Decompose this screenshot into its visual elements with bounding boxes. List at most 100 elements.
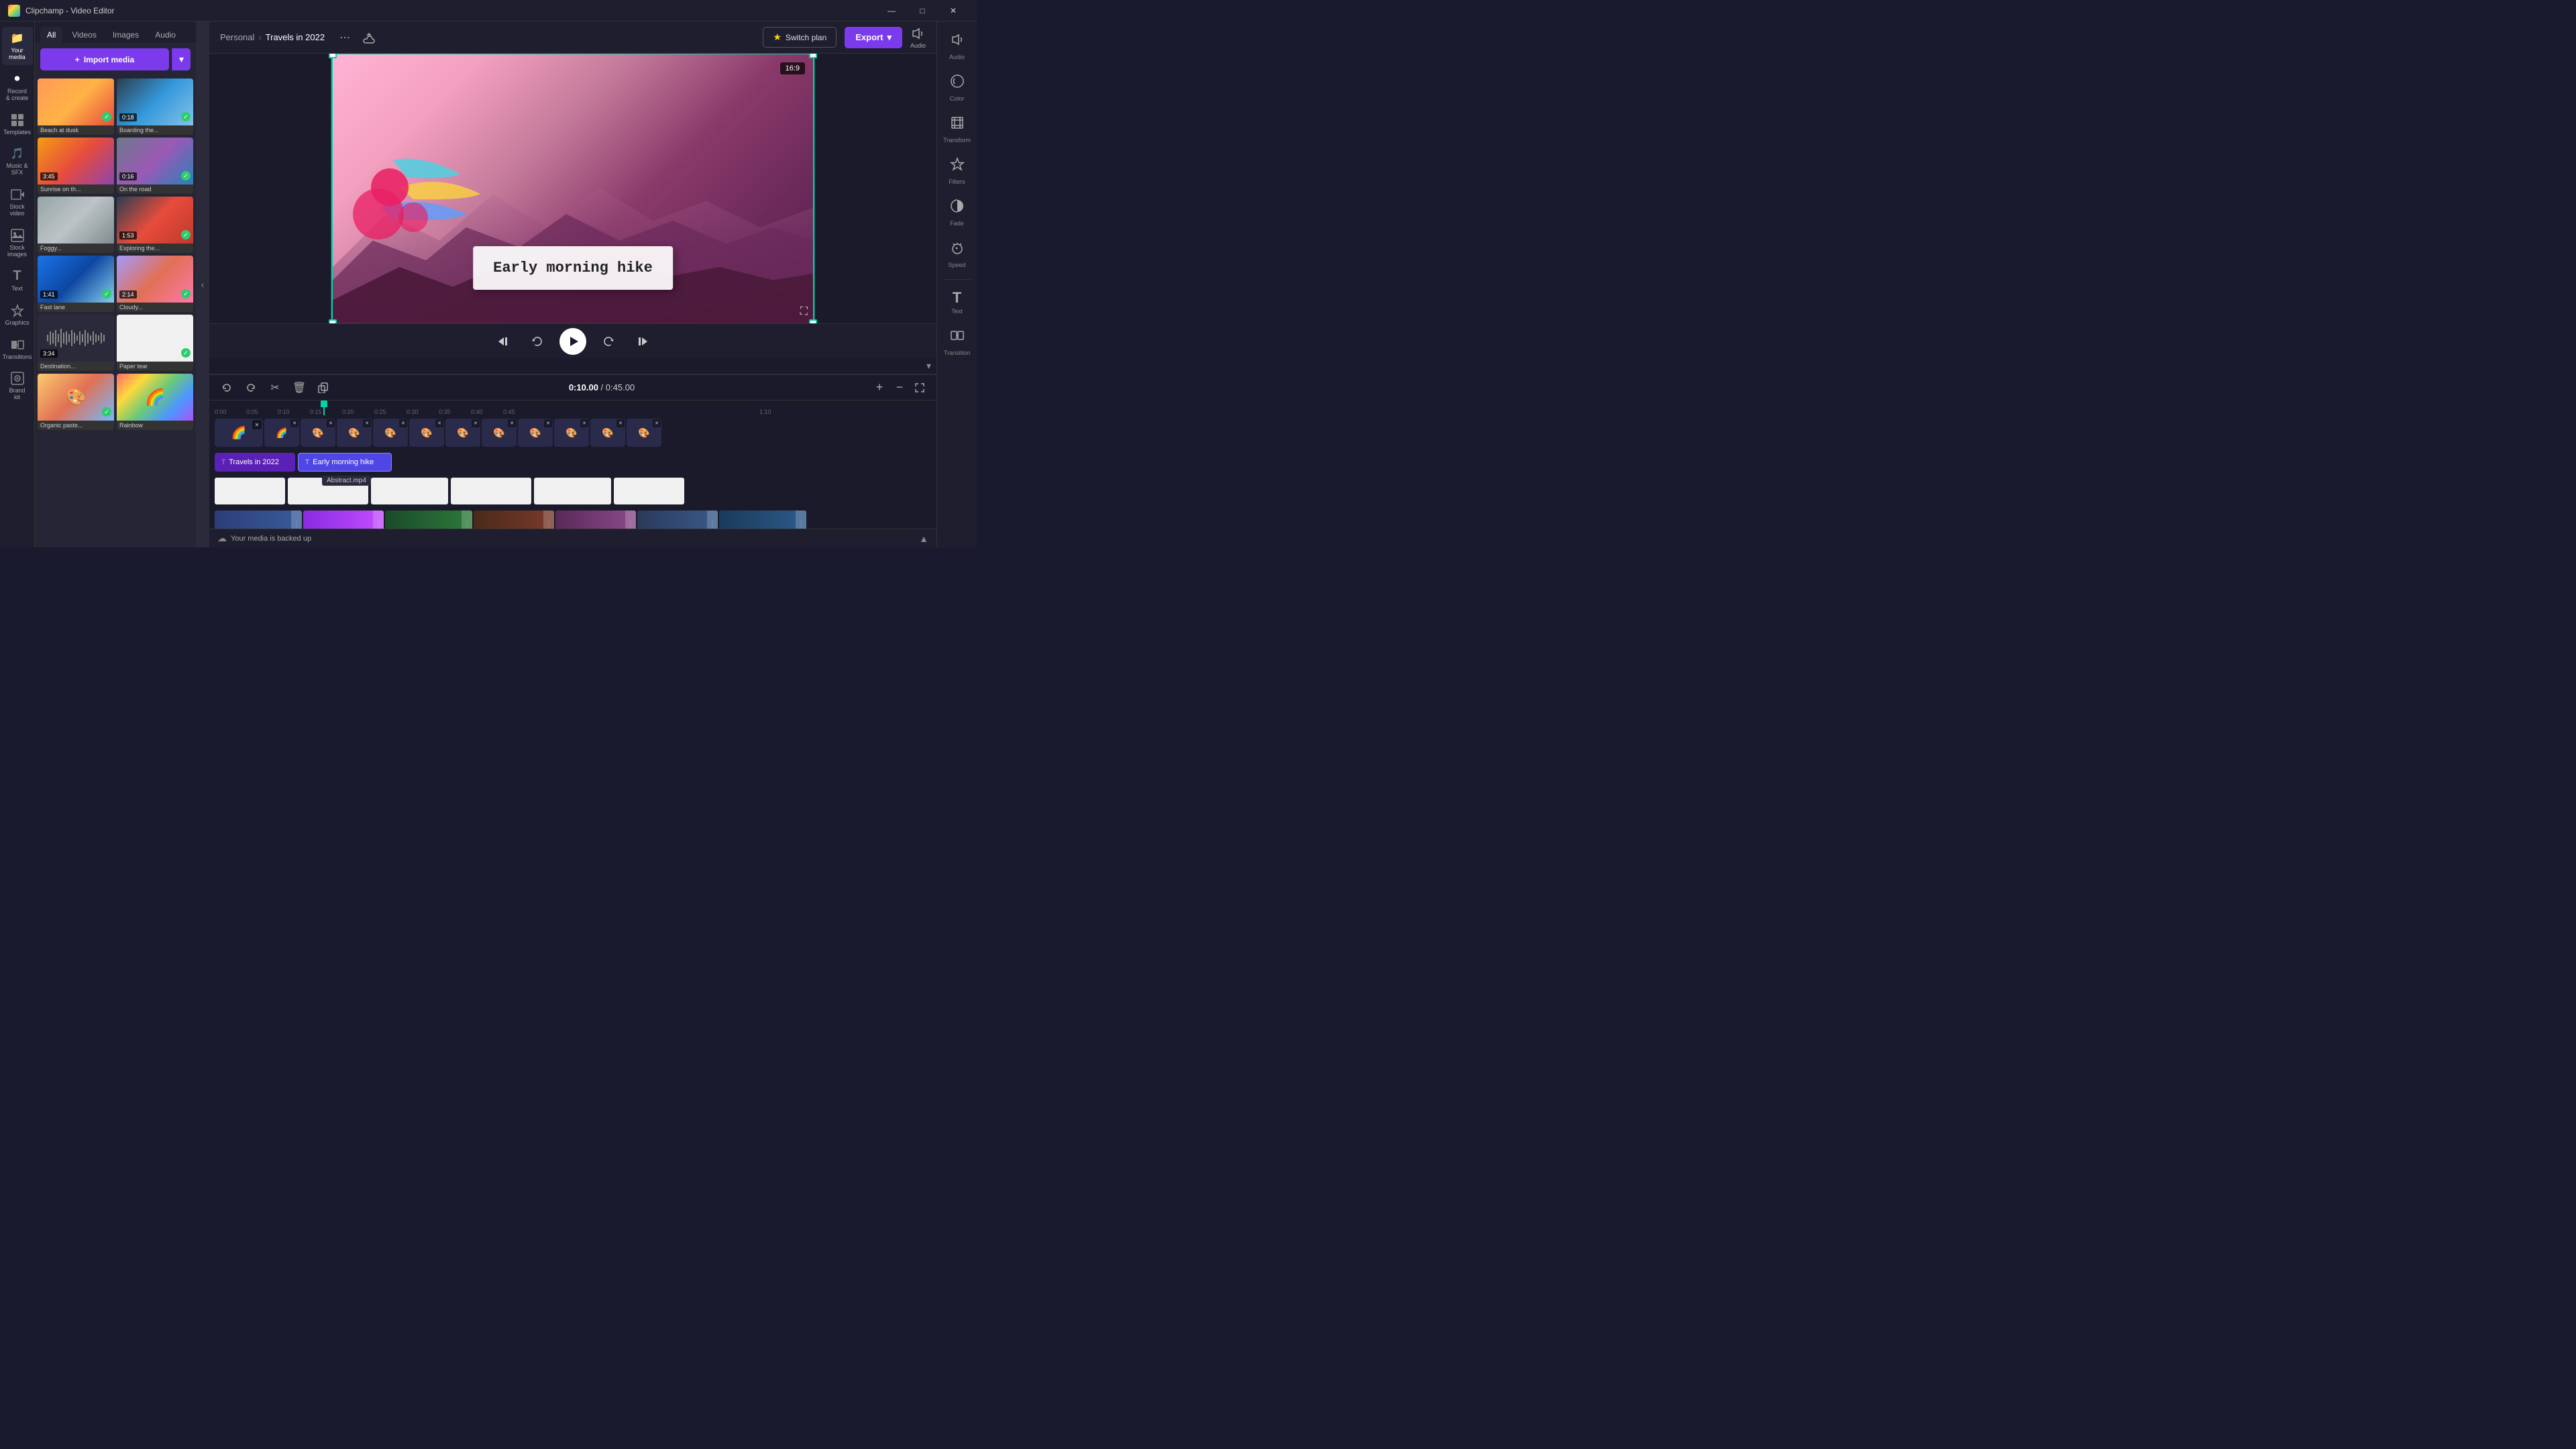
panel-collapse-button[interactable]: ‹ [196,21,209,547]
media-item-papertear[interactable]: Paper tear ✓ [117,315,193,371]
sticker-chip-2[interactable]: 🌈✕ [264,419,299,447]
cloud-save-button[interactable] [360,28,378,47]
sidebar-item-music-sfx[interactable]: 🎵 Music & SFX [2,142,33,180]
media-item-beach[interactable]: Beach at dusk ✓ [38,78,114,135]
sticker-chip-5-btn[interactable]: ✕ [399,419,407,427]
media-item-rainbow[interactable]: 🌈 Rainbow [117,374,193,430]
rewind-button[interactable] [526,330,549,353]
paper-chip-1[interactable] [215,478,285,504]
forward-button[interactable] [597,330,620,353]
right-tool-audio[interactable]: Audio [940,27,975,66]
collapse-timeline-button[interactable]: ▾ [926,360,931,372]
skip-back-button[interactable] [492,330,515,353]
export-button[interactable]: Export ▾ [845,27,902,48]
sticker-chip-6-btn[interactable]: ✕ [435,419,443,427]
media-item-organic[interactable]: 🎨 Organic paste... ✓ [38,374,114,430]
video-segment-3[interactable]: ⋮ [385,511,472,529]
handle-bottom-left[interactable] [329,319,337,324]
tab-images[interactable]: Images [106,27,146,43]
sticker-chip-8[interactable]: 🎨✕ [482,419,517,447]
tab-audio[interactable]: Audio [148,27,182,43]
sticker-chip-5[interactable]: 🎨✕ [373,419,408,447]
sidebar-item-stock-video[interactable]: Stock video [2,183,33,221]
sticker-chip-3-btn[interactable]: ✕ [327,419,335,427]
switch-plan-button[interactable]: ★ Switch plan [763,27,837,48]
paper-chip-3[interactable] [371,478,448,504]
sticker-chip-2-btn[interactable]: ✕ [290,419,299,427]
sticker-chip-8-btn[interactable]: ✕ [508,419,516,427]
audio-toggle-button[interactable]: Audio [910,26,926,49]
sidebar-item-transitions[interactable]: Transitions [2,333,33,365]
sticker-chip-11-btn[interactable]: ✕ [616,419,625,427]
play-button[interactable] [559,328,586,355]
handle-bottom-right[interactable] [809,319,817,324]
media-item-onroad[interactable]: On the road 0:16 ✓ [117,138,193,194]
close-button[interactable]: ✕ [938,0,969,21]
text-chip-travels[interactable]: T Travels in 2022 [215,453,295,472]
undo-button[interactable] [217,378,236,397]
sidebar-item-text[interactable]: T Text [2,265,33,297]
media-item-exploring[interactable]: Exploring the... 1:53 ✓ [117,197,193,253]
sticker-chip-9[interactable]: 🎨✕ [518,419,553,447]
seg-handle-5[interactable]: ⋮ [625,511,636,529]
sticker-chip-9-btn[interactable]: ✕ [544,419,552,427]
delete-button[interactable]: 🗑 [290,378,309,397]
seg-handle-1[interactable]: ⋮ [291,511,302,529]
right-tool-color[interactable]: Color [940,68,975,107]
video-segment-1[interactable]: ⋮ [215,511,302,529]
sidebar-item-templates[interactable]: Templates [2,109,33,140]
media-item-boarding[interactable]: Boarding the... 0:18 ✓ [117,78,193,135]
skip-forward-button[interactable] [631,330,653,353]
sidebar-item-stock-images[interactable]: Stock images [2,224,33,262]
media-item-cloudy[interactable]: Cloudy... 2:14 ✓ [117,256,193,312]
tab-all[interactable]: All [40,27,62,43]
handle-top-right[interactable] [809,54,817,58]
seg-handle-4[interactable]: ⋮ [543,511,554,529]
sticker-chip-3[interactable]: 🎨✕ [301,419,335,447]
duplicate-button[interactable] [314,378,333,397]
seg-handle-2[interactable]: ⋮ [373,511,384,529]
sidebar-item-your-media[interactable]: 📁 Your media [2,27,33,65]
more-options-button[interactable]: ⋯ [335,28,354,47]
right-tool-filters[interactable]: Filters [940,152,975,191]
right-tool-fade[interactable]: Fade [940,193,975,232]
paper-chip-2[interactable] [288,478,368,504]
sticker-chip-10[interactable]: 🎨✕ [554,419,589,447]
fullscreen-button[interactable]: ⛶ [800,306,808,318]
import-dropdown-button[interactable]: ▾ [172,48,191,70]
backup-collapse-button[interactable]: ▲ [919,533,928,544]
paper-chip-4[interactable] [451,478,531,504]
sidebar-item-brand-kit[interactable]: Brandkit [2,367,33,405]
sticker-chip-10-btn[interactable]: ✕ [580,419,588,427]
right-tool-speed[interactable]: Speed [940,235,975,274]
sidebar-item-record-create[interactable]: ⏺ Record& create [2,68,33,106]
zoom-out-button[interactable]: − [891,379,908,396]
media-item-destination[interactable]: Destination... 3:34 [38,315,114,371]
minimize-button[interactable]: — [876,0,907,21]
text-chip-morning[interactable]: T Early morning hike [298,453,392,472]
media-item-foggy[interactable]: Foggy... [38,197,114,253]
paper-chip-6[interactable] [614,478,684,504]
sticker-chip-7-btn[interactable]: ✕ [472,419,480,427]
seg-handle-6[interactable]: ⋮ [707,511,718,529]
tab-videos[interactable]: Videos [65,27,103,43]
right-tool-transform[interactable]: Transform [940,110,975,149]
sticker-chip-6[interactable]: 🎨✕ [409,419,444,447]
sticker-chip-rainbow[interactable]: 🌈 ✕ [215,419,263,447]
seg-handle-7[interactable]: ⋮ [796,511,806,529]
maximize-button[interactable]: □ [907,0,938,21]
handle-top-left[interactable] [329,54,337,58]
media-item-sunrise[interactable]: Sunrise on th... 3:45 [38,138,114,194]
video-segment-5[interactable]: ⋮ [555,511,636,529]
sidebar-item-graphics[interactable]: Graphics [2,299,33,331]
redo-button[interactable] [241,378,260,397]
import-media-button[interactable]: + Import media [40,48,169,70]
fit-zoom-button[interactable] [911,379,928,396]
breadcrumb-current[interactable]: Travels in 2022 [266,32,325,42]
sticker-chip-4[interactable]: 🎨✕ [337,419,372,447]
sticker-delete-button[interactable]: ✕ [252,420,262,429]
paper-chip-5[interactable] [534,478,611,504]
right-tool-transition[interactable]: Transition [940,323,975,362]
zoom-in-button[interactable]: + [871,379,888,396]
sticker-chip-4-btn[interactable]: ✕ [363,419,371,427]
